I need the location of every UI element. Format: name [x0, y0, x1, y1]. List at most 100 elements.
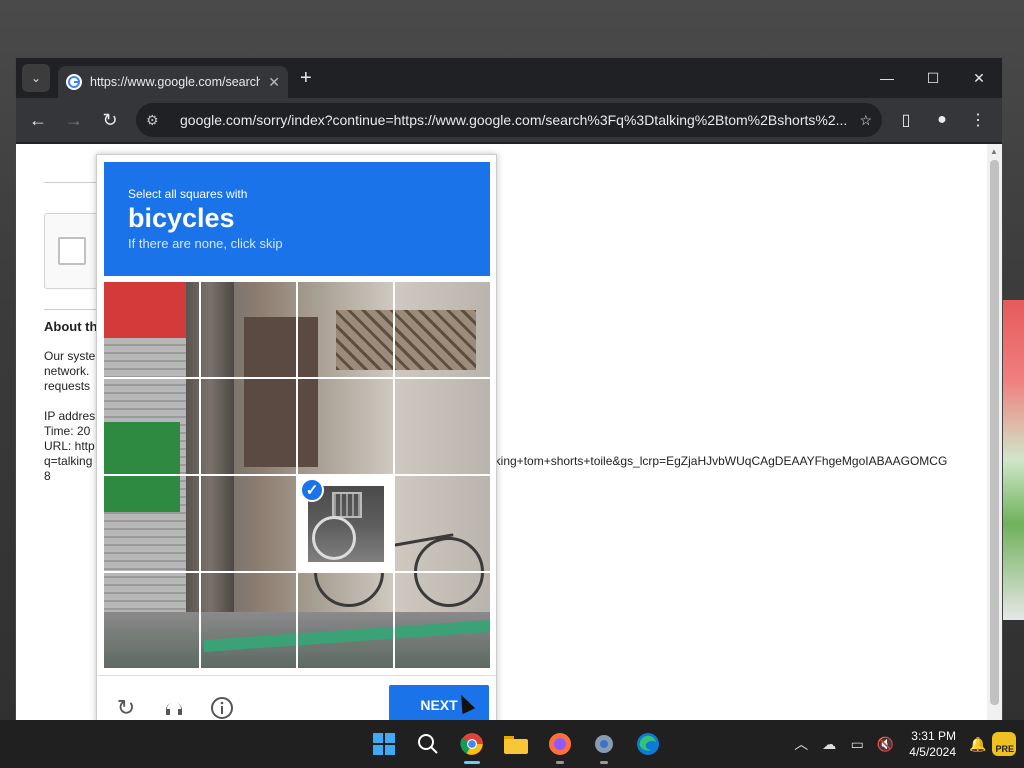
grid-tile[interactable]: [201, 282, 296, 377]
grid-tile[interactable]: [395, 573, 490, 668]
tab-close-icon[interactable]: ✕: [268, 74, 280, 91]
preview-badge[interactable]: PRE: [992, 732, 1016, 756]
onedrive-icon[interactable]: ☁: [815, 736, 843, 753]
browser-window: ⌄ https://www.google.com/search ✕ + — ☐ …: [15, 57, 1003, 721]
edge-app[interactable]: [626, 722, 670, 766]
page-content: About th Our syste network. requests IP …: [16, 144, 1002, 721]
about-para-line1: Our syste: [44, 349, 96, 363]
minimize-button[interactable]: —: [864, 58, 910, 98]
recaptcha-checkbox-card: [44, 213, 104, 289]
grid-tile[interactable]: [298, 573, 393, 668]
grid-tile[interactable]: [201, 379, 296, 474]
scrollbar-thumb[interactable]: [990, 160, 999, 705]
audio-challenge-icon[interactable]: [161, 695, 187, 721]
grid-tile[interactable]: [201, 573, 296, 668]
tab-search-button[interactable]: ⌄: [22, 64, 50, 92]
file-explorer-app[interactable]: [494, 722, 538, 766]
clock-time: 3:31 PM: [911, 729, 956, 743]
next-button[interactable]: NEXT: [389, 685, 489, 721]
network-icon[interactable]: ▭: [843, 736, 871, 753]
divider: [44, 309, 104, 310]
chrome-taskbar-app[interactable]: [450, 722, 494, 766]
page-scrollbar[interactable]: ▲: [987, 144, 1002, 721]
about-para-line3: requests: [44, 379, 91, 393]
time-label: Time: 20: [44, 424, 91, 438]
window-controls: — ☐ ✕: [864, 58, 1002, 98]
reload-challenge-icon[interactable]: ↻: [113, 695, 139, 721]
menu-kebab-icon[interactable]: ⋮: [960, 104, 996, 136]
clock[interactable]: 3:31 PM 4/5/2024: [909, 728, 956, 760]
divider: [44, 182, 104, 183]
running-indicator: [600, 761, 608, 764]
edge-icon: [637, 733, 659, 755]
search-button[interactable]: [406, 722, 450, 766]
grid-tile[interactable]: [395, 282, 490, 377]
close-window-button[interactable]: ✕: [956, 58, 1002, 98]
browser-toolbar: ← → ↻ ⚙ google.com/sorry/index?continue=…: [16, 98, 1002, 142]
checkmark-icon: ✓: [300, 478, 324, 502]
grid-tile[interactable]: [298, 282, 393, 377]
clock-date: 4/5/2024: [909, 745, 956, 759]
start-button[interactable]: [362, 722, 406, 766]
scroll-up-arrow-icon[interactable]: ▲: [990, 147, 998, 156]
maximize-button[interactable]: ☐: [910, 58, 956, 98]
active-indicator: [464, 761, 480, 764]
address-bar[interactable]: ⚙ google.com/sorry/index?continue=https:…: [136, 103, 882, 137]
firefox-icon: [549, 733, 571, 755]
volume-muted-icon[interactable]: 🔇: [871, 736, 899, 753]
tab-bar: ⌄ https://www.google.com/search ✕ + — ☐ …: [16, 58, 1002, 98]
url-label: URL: http: [44, 439, 95, 453]
back-button[interactable]: ←: [22, 104, 54, 136]
forward-button[interactable]: →: [58, 104, 90, 136]
chrome-icon: [460, 733, 483, 755]
challenge-image-grid: ✓: [104, 282, 490, 668]
bicycle-basket: [332, 492, 362, 518]
tray-overflow-chevron-icon[interactable]: ︿: [787, 734, 815, 754]
reload-button[interactable]: ↻: [94, 104, 126, 136]
grid-tile[interactable]: [104, 476, 199, 571]
footer-divider: [97, 675, 496, 676]
search-icon: [418, 734, 438, 754]
ip-label: IP addres: [44, 409, 96, 423]
google-favicon-icon: [66, 74, 82, 90]
url-query: q=talking: [44, 454, 93, 468]
grid-tile[interactable]: [201, 476, 296, 571]
tab-title: https://www.google.com/search: [90, 75, 261, 89]
notification-bell-icon[interactable]: 🔔: [964, 736, 992, 753]
bicycle-wheel: [312, 516, 356, 560]
system-tray: ︿ ☁ ▭ 🔇 3:31 PM 4/5/2024 🔔 PRE: [787, 720, 1024, 768]
challenge-subtitle: If there are none, click skip: [128, 236, 283, 251]
running-indicator: [556, 761, 564, 764]
tab-google-search[interactable]: https://www.google.com/search ✕: [58, 66, 288, 98]
gear-icon: [595, 735, 613, 753]
firefox-app[interactable]: [538, 722, 582, 766]
taskbar: ︿ ☁ ▭ 🔇 3:31 PM 4/5/2024 🔔 PRE: [0, 720, 1024, 768]
info-icon[interactable]: [209, 695, 235, 721]
url-last-line: 8: [44, 469, 51, 483]
settings-app[interactable]: [582, 722, 626, 766]
grid-tile[interactable]: [298, 379, 393, 474]
chevron-down-icon: ⌄: [30, 71, 42, 85]
about-heading: About th: [44, 319, 98, 334]
side-panel-icon[interactable]: ▯: [888, 104, 924, 136]
windows-logo-icon: [373, 733, 395, 755]
grid-tile[interactable]: [104, 379, 199, 474]
grid-tile[interactable]: [104, 282, 199, 377]
about-para-line2: network.: [44, 364, 90, 378]
taskbar-apps: [362, 720, 670, 768]
url-tail: lking+tom+shorts+toile&gs_lcrp=EgZjaHJvb…: [492, 454, 948, 468]
recaptcha-checkbox[interactable]: [58, 237, 86, 265]
new-tab-button[interactable]: +: [300, 67, 312, 90]
site-info-icon[interactable]: ⚙: [146, 112, 168, 129]
grid-tile[interactable]: [395, 476, 490, 571]
address-bar-url[interactable]: google.com/sorry/index?continue=https://…: [180, 112, 849, 128]
folder-icon: [504, 736, 528, 754]
recaptcha-challenge: Select all squares with bicycles If ther…: [96, 154, 497, 721]
bookmark-star-icon[interactable]: ☆: [859, 112, 872, 129]
challenge-header: Select all squares with bicycles If ther…: [104, 162, 490, 276]
profile-icon[interactable]: ●: [924, 104, 960, 136]
grid-tile[interactable]: [395, 379, 490, 474]
grid-tile[interactable]: [104, 573, 199, 668]
desktop-wallpaper-plant: [1000, 300, 1024, 620]
challenge-instruction: Select all squares with: [128, 187, 248, 201]
